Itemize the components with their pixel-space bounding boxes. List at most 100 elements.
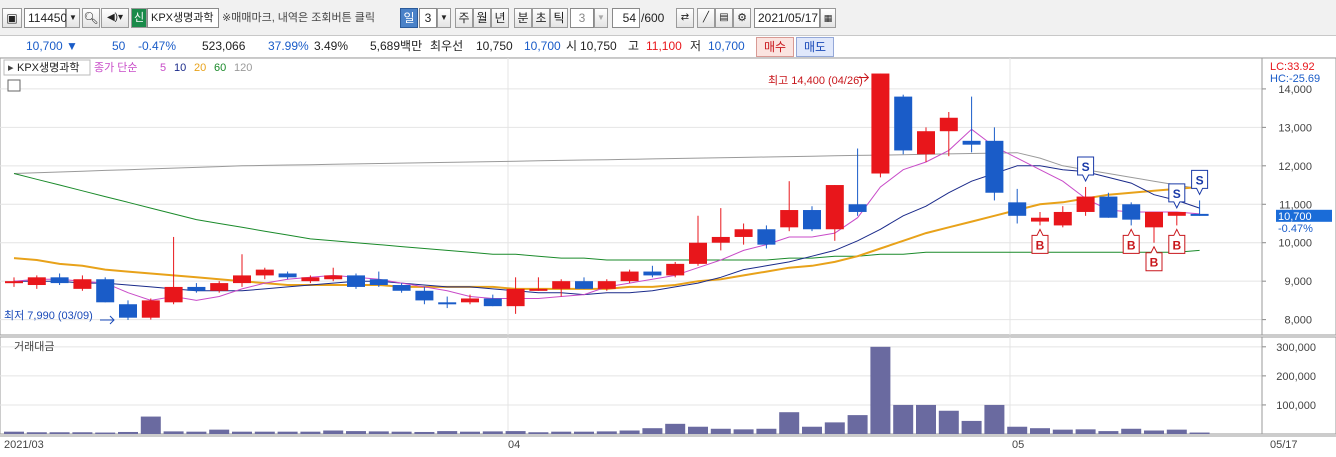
volume-bar [72, 432, 93, 434]
volume-bar [1166, 429, 1187, 434]
code-dropdown-icon[interactable]: ▼ [66, 8, 80, 28]
sell-button[interactable]: 매도 [796, 37, 834, 57]
candle-body [825, 185, 844, 230]
period-tick-button[interactable]: 틱 [550, 8, 568, 28]
candle-body [210, 283, 229, 291]
current-price: 10,700 [26, 39, 63, 53]
volume-bar [756, 428, 777, 434]
candle-body [96, 279, 115, 303]
date-input[interactable]: 2021/05/17 [754, 8, 820, 28]
volume-bar [482, 431, 503, 434]
speaker-icon[interactable]: ◀)▾ [101, 8, 129, 28]
low-marker-label: 최저 7,990 (03/09) [4, 309, 93, 322]
candle-body [324, 275, 343, 280]
candle-body [73, 279, 92, 289]
best-bid-price: 10,700 [524, 39, 561, 53]
volume-bar [277, 431, 298, 434]
volume-bar [710, 428, 731, 434]
toolbar: ▣ 114450 ▼ 🔍︎ ◀)▾ 신 KPX생명과학 ※매매마크, 내역은 조… [0, 0, 1336, 36]
x-axis-label: 05 [1012, 439, 1024, 451]
axis-background [1262, 58, 1336, 457]
volume-bar [254, 431, 275, 434]
screen-icon[interactable]: ▣ [2, 8, 22, 28]
candle-body [255, 269, 274, 276]
candle-body [1190, 213, 1209, 216]
ma-type-label: 종가 단순 [94, 61, 138, 74]
stock-name-field[interactable]: KPX생명과학 [147, 8, 219, 28]
candle-body [734, 229, 753, 237]
candle-body [1145, 211, 1163, 228]
candle-body [894, 96, 913, 151]
calendar-icon[interactable]: ▦ [820, 8, 836, 28]
count-input[interactable]: 54 [612, 8, 640, 28]
save-icon[interactable]: ▤ [715, 8, 733, 28]
volume-bar [95, 432, 116, 434]
period-day-button[interactable]: 일 [400, 8, 418, 28]
sell-mark-letter: S [1082, 160, 1090, 174]
volume-bar [186, 431, 207, 434]
period-minute-button[interactable]: 분 [514, 8, 532, 28]
draw-tool-icon[interactable]: ╱ [697, 8, 715, 28]
best-ask-price: 10,750 [476, 39, 513, 53]
price-change-pct: -0.47% [138, 39, 177, 53]
tick-value-input[interactable]: 3 [570, 8, 594, 28]
price-tick-label: 13,000 [1278, 122, 1312, 134]
volume-bar [26, 432, 47, 434]
volume-bar [437, 431, 458, 434]
period-value-input[interactable]: 3 [419, 8, 437, 28]
price-tick-label: 10,000 [1278, 238, 1312, 250]
candle-body [347, 275, 365, 287]
candle-body [164, 286, 183, 303]
candle-body [415, 290, 434, 301]
volume-bar [414, 431, 435, 434]
period-month-button[interactable]: 월 [473, 8, 491, 28]
period-week-button[interactable]: 주 [455, 8, 473, 28]
volume-bar [893, 404, 914, 434]
candle-body [5, 281, 23, 284]
volume-bar [1075, 429, 1096, 434]
candle-body [506, 288, 525, 307]
price-tick-label: 12,000 [1278, 161, 1312, 173]
trade-volume: 523,066 [202, 39, 246, 53]
gear-icon[interactable]: ⚙ [733, 8, 751, 28]
candle-body [27, 277, 46, 286]
candle-body [1053, 211, 1072, 226]
volume-bar [209, 429, 230, 434]
hc-label: HC:-25.69 [1270, 73, 1320, 85]
volume-bar [505, 431, 526, 434]
last-change-label: -0.47% [1278, 223, 1313, 235]
volume-bar [1098, 431, 1119, 434]
turnover-pct: 3.49% [314, 39, 349, 53]
period-dropdown-icon[interactable]: ▼ [437, 8, 451, 28]
price-chart[interactable]: SSSB BBB 14,00013,00012,00011,00010,0009,… [0, 58, 1336, 457]
tick-dropdown-icon[interactable]: ▼ [594, 8, 608, 28]
sell-mark-letter: S [1173, 187, 1181, 201]
candle-body [803, 210, 821, 230]
candle-body [141, 300, 160, 318]
volume-bar [232, 431, 252, 434]
volume-bar [368, 431, 389, 434]
period-year-button[interactable]: 년 [491, 8, 509, 28]
ma-chevron-icon: ▸ [8, 62, 14, 74]
volume-bar [1052, 429, 1073, 434]
compare-icon[interactable]: ⇄ [676, 8, 694, 28]
lc-label: LC:33.92 [1270, 61, 1315, 73]
ma60-label: 60 [214, 62, 226, 74]
volume-bar [140, 416, 161, 434]
buy-button[interactable]: 매수 [756, 37, 794, 57]
volume-bar [346, 431, 366, 434]
trade-amount: 5,689백만 [370, 39, 423, 53]
search-icon[interactable]: 🔍︎ [82, 8, 100, 28]
period-second-button[interactable]: 초 [532, 8, 550, 28]
candle-body [369, 279, 388, 286]
volume-bar [528, 432, 549, 434]
candle-body [392, 285, 411, 291]
candle-body [917, 131, 935, 155]
best-price-label: 최우선 [430, 39, 464, 53]
grid-toggle-icon[interactable] [7, 79, 21, 92]
volume-bar [802, 426, 822, 434]
sell-mark-letter: S [1196, 173, 1204, 187]
volume-bar [733, 429, 754, 434]
volume-bar [391, 431, 412, 434]
stock-code-input[interactable]: 114450 [24, 8, 67, 28]
